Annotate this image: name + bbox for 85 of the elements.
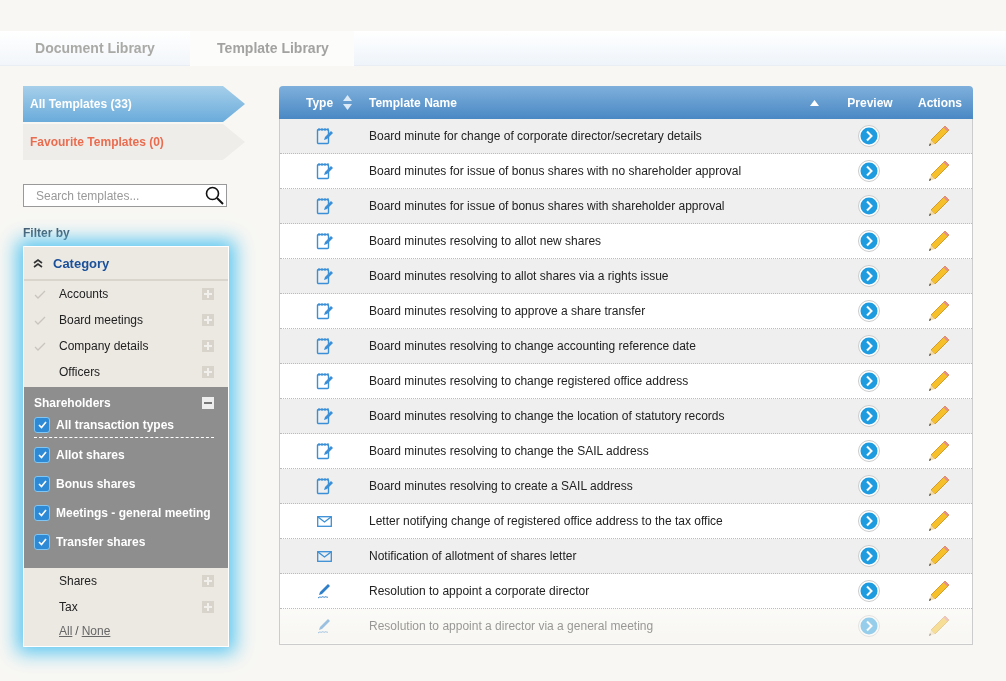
- pen-signature-icon: [316, 618, 333, 634]
- preview-arrow-icon[interactable]: [858, 335, 880, 357]
- preview-arrow-icon[interactable]: [858, 370, 880, 392]
- preview-arrow-icon[interactable]: [858, 125, 880, 147]
- category-item[interactable]: Shares: [59, 574, 202, 588]
- sort-ascending-icon[interactable]: [810, 99, 819, 106]
- template-name[interactable]: Board minutes resolving to allot shares via a rights issue: [369, 269, 669, 283]
- template-name[interactable]: Board minutes resolving to create a SAIL address: [369, 479, 633, 493]
- pencil-icon[interactable]: [928, 125, 950, 147]
- pencil-icon[interactable]: [928, 545, 950, 567]
- template-name[interactable]: Resolution to appoint a corporate director: [369, 584, 590, 598]
- check-icon: [37, 479, 47, 488]
- category-item[interactable]: Board meetings: [59, 313, 202, 327]
- preview-arrow-icon[interactable]: [858, 195, 880, 217]
- notepad-pencil-icon: [315, 162, 334, 180]
- collapse-chevron-icon[interactable]: [33, 258, 43, 268]
- category-item[interactable]: Accounts: [59, 287, 202, 301]
- sort-icon[interactable]: [343, 95, 353, 110]
- notepad-pencil-icon: [315, 267, 334, 285]
- template-name[interactable]: Board minutes resolving to change the SAIL address: [369, 444, 649, 458]
- preview-arrow-icon[interactable]: [858, 265, 880, 287]
- notepad-pencil-icon: [315, 197, 334, 215]
- select-none-link[interactable]: None: [81, 624, 111, 638]
- preview-arrow-icon[interactable]: [858, 300, 880, 322]
- pencil-icon[interactable]: [928, 335, 950, 357]
- search-field[interactable]: Search templates...: [23, 184, 227, 207]
- filter-label: Filter by: [23, 226, 71, 240]
- notepad-pencil-icon: [315, 407, 334, 425]
- notepad-pencil-icon: [315, 477, 334, 495]
- pencil-icon[interactable]: [928, 615, 950, 637]
- checkbox[interactable]: [34, 504, 50, 521]
- category-item[interactable]: Officers: [59, 365, 202, 379]
- pen-signature-icon: [316, 583, 333, 599]
- template-name[interactable]: Board minutes resolving to approve a share transfer: [369, 304, 646, 318]
- checkbox[interactable]: [34, 417, 50, 433]
- preview-arrow-icon[interactable]: [858, 510, 880, 532]
- category-item[interactable]: Company details: [59, 339, 202, 353]
- column-header: Preview: [847, 95, 893, 110]
- column-header: Actions: [918, 95, 962, 110]
- pencil-icon[interactable]: [928, 300, 950, 322]
- checkbox[interactable]: [34, 446, 50, 463]
- search-input[interactable]: Search templates...: [34, 187, 205, 204]
- template-name[interactable]: Board minute for change of corporate director/secretary details: [369, 129, 702, 143]
- notepad-pencil-icon: [315, 127, 334, 145]
- notepad-pencil-icon: [315, 232, 334, 250]
- checkbox[interactable]: [34, 475, 50, 492]
- category-heading[interactable]: Category: [53, 255, 110, 271]
- preview-arrow-icon[interactable]: [858, 545, 880, 567]
- search-icon[interactable]: [205, 186, 224, 205]
- collapse-icon[interactable]: [202, 397, 214, 409]
- preview-arrow-icon[interactable]: [858, 160, 880, 182]
- preview-arrow-icon[interactable]: [858, 405, 880, 427]
- select-all-link[interactable]: All: [59, 624, 73, 638]
- pencil-icon[interactable]: [928, 405, 950, 427]
- pencil-icon[interactable]: [928, 195, 950, 217]
- pencil-icon[interactable]: [928, 230, 950, 252]
- template-name[interactable]: Board minutes resolving to change accounting reference date: [369, 339, 696, 353]
- notepad-pencil-icon: [315, 442, 334, 460]
- pencil-icon[interactable]: [928, 475, 950, 497]
- template-name[interactable]: Board minutes resolving to change registered office address: [369, 374, 689, 388]
- category-item[interactable]: Tax: [59, 600, 202, 614]
- preview-arrow-icon[interactable]: [858, 440, 880, 462]
- pencil-icon[interactable]: [928, 370, 950, 392]
- check-icon: [37, 450, 47, 459]
- envelope-icon: [317, 550, 332, 562]
- envelope-icon: [317, 515, 332, 527]
- notepad-pencil-icon: [315, 302, 334, 320]
- check-icon: [37, 421, 47, 429]
- link-separator: /: [75, 624, 79, 638]
- preview-arrow-icon[interactable]: [858, 230, 880, 252]
- pencil-icon[interactable]: [928, 580, 950, 602]
- check-icon: [37, 508, 47, 517]
- pencil-icon[interactable]: [928, 510, 950, 532]
- template-name[interactable]: Notification of allotment of shares letter: [369, 549, 577, 563]
- pencil-icon[interactable]: [928, 160, 950, 182]
- pencil-icon[interactable]: [928, 440, 950, 462]
- preview-arrow-icon[interactable]: [858, 580, 880, 602]
- notepad-pencil-icon: [315, 337, 334, 355]
- preview-arrow-icon[interactable]: [858, 475, 880, 497]
- pencil-icon[interactable]: [928, 265, 950, 287]
- notepad-pencil-icon: [315, 372, 334, 390]
- check-icon: [37, 537, 47, 546]
- template-name[interactable]: Board minutes resolving to allot new shares: [369, 234, 602, 248]
- preview-arrow-icon[interactable]: [858, 615, 880, 637]
- checkbox[interactable]: [34, 533, 50, 550]
